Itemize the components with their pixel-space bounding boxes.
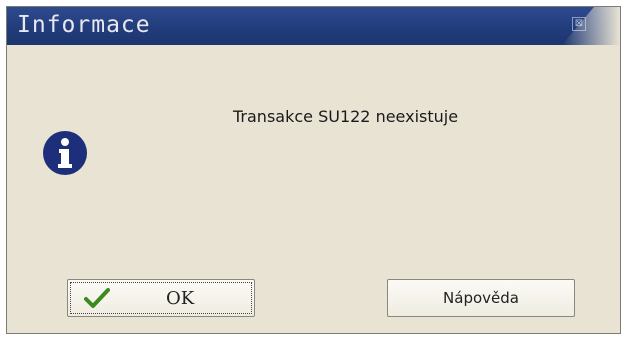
checkmark-icon xyxy=(84,288,110,308)
ok-button[interactable]: OK xyxy=(67,279,255,317)
info-icon xyxy=(43,131,87,175)
message-text: Transakce SU122 neexistuje xyxy=(233,107,459,126)
ok-button-label: OK xyxy=(166,288,195,309)
title-bar[interactable]: Informace ⊠ xyxy=(7,7,620,45)
help-button-label: Nápověda xyxy=(443,289,519,307)
title-bar-decoration xyxy=(562,7,620,45)
information-dialog: Informace ⊠ Transakce SU122 neexistuje O… xyxy=(6,6,621,334)
dialog-title: Informace xyxy=(17,12,151,38)
help-button[interactable]: Nápověda xyxy=(387,279,575,317)
